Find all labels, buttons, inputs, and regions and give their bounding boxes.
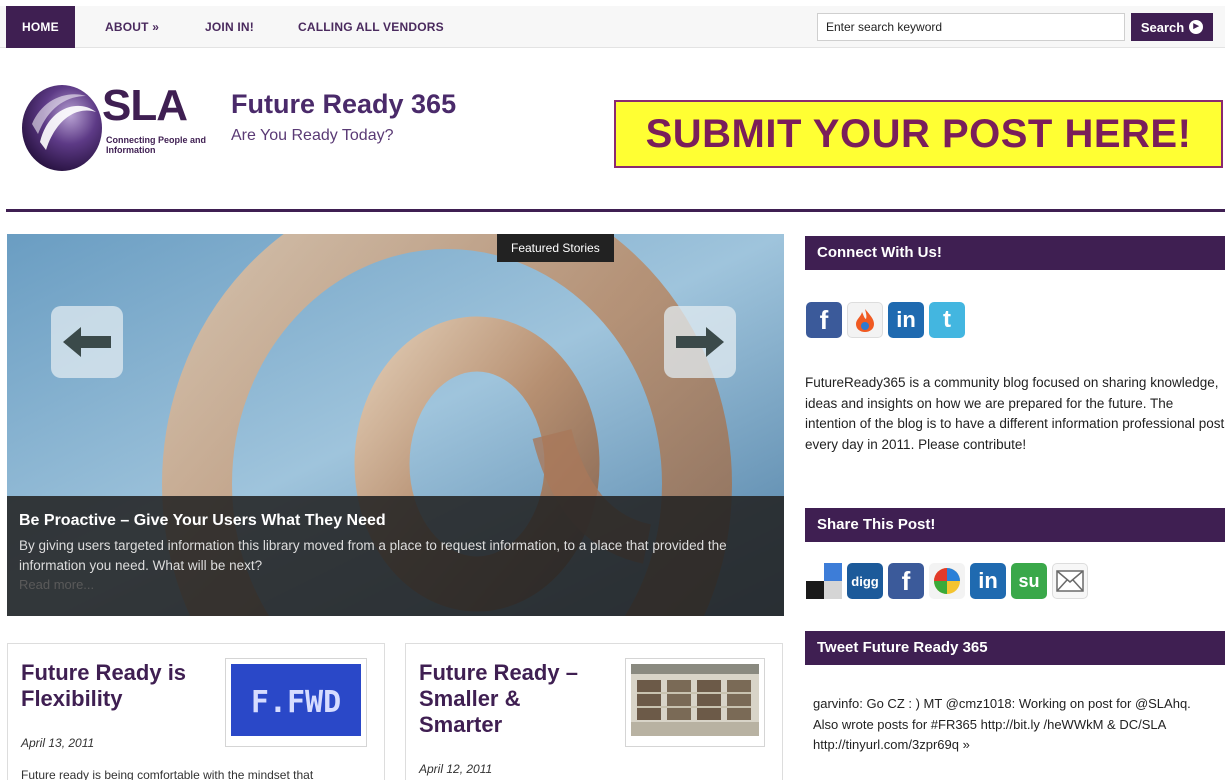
post-excerpt: Future ready is being comfortable with t… bbox=[21, 768, 314, 780]
latest-tweet[interactable]: garvinfo: Go CZ : ) MT @cmz1018: Working… bbox=[813, 694, 1218, 756]
post-title[interactable]: Future Ready – Smaller & Smarter bbox=[419, 660, 609, 738]
share-section-title: Share This Post! bbox=[805, 508, 1225, 542]
fast-forward-image: F.FWD bbox=[231, 664, 361, 736]
envelope-icon bbox=[1056, 570, 1084, 592]
arrow-right-icon bbox=[676, 327, 724, 357]
connect-icons: f in t bbox=[806, 302, 965, 338]
tweet-section-title: Tweet Future Ready 365 bbox=[805, 631, 1225, 665]
logo-text: SLA bbox=[102, 81, 188, 130]
feedburner-icon[interactable] bbox=[847, 302, 883, 338]
submit-post-banner-text: SUBMIT YOUR POST HERE! bbox=[645, 111, 1192, 156]
email-icon[interactable] bbox=[1052, 563, 1088, 599]
thumb-text: F.FWD bbox=[251, 685, 341, 720]
post-thumbnail[interactable] bbox=[625, 658, 765, 747]
post-title[interactable]: Future Ready is Flexibility bbox=[21, 660, 201, 712]
search-input[interactable] bbox=[817, 13, 1125, 41]
slider-post-title[interactable]: Be Proactive – Give Your Users What They… bbox=[19, 512, 386, 529]
stumbleupon-icon[interactable]: su bbox=[1011, 563, 1047, 599]
top-navigation: HOME ABOUT » JOIN IN! CALLING ALL VENDOR… bbox=[0, 0, 1225, 54]
slider-caption: Be Proactive – Give Your Users What They… bbox=[7, 496, 784, 616]
delicious-squares-icon bbox=[806, 563, 842, 599]
post-card: Future Ready – Smaller & Smarter April 1… bbox=[405, 643, 783, 780]
google-buzz-icon[interactable] bbox=[929, 563, 965, 599]
slider-post-excerpt: By giving users targeted information thi… bbox=[19, 538, 727, 573]
site-title[interactable]: Future Ready 365 bbox=[231, 89, 456, 120]
flame-icon bbox=[856, 309, 874, 332]
slider-read-more-link[interactable]: Read more... bbox=[19, 577, 94, 592]
sla-swirl-icon bbox=[22, 85, 102, 171]
arrow-right-circle-icon: ► bbox=[1189, 20, 1204, 34]
site-tagline: Are You Ready Today? bbox=[231, 127, 394, 144]
library-shelves-image bbox=[631, 664, 759, 736]
connect-section-title: Connect With Us! bbox=[805, 236, 1225, 270]
linkedin-share-icon[interactable]: in bbox=[970, 563, 1006, 599]
logo-tagline: Connecting People and Information bbox=[106, 135, 207, 155]
nav-about[interactable]: ABOUT » bbox=[105, 6, 159, 48]
nav-home[interactable]: HOME bbox=[6, 6, 75, 48]
digg-icon[interactable]: digg bbox=[847, 563, 883, 599]
arrow-left-icon bbox=[63, 327, 111, 357]
featured-stories-tag: Featured Stories bbox=[497, 234, 614, 262]
facebook-icon[interactable]: f bbox=[806, 302, 842, 338]
header-divider bbox=[6, 209, 1225, 212]
twitter-icon[interactable]: t bbox=[929, 302, 965, 338]
share-icons: digg f in su bbox=[806, 563, 1088, 599]
post-date: April 12, 2011 bbox=[419, 762, 493, 776]
post-date: April 13, 2011 bbox=[21, 736, 95, 750]
post-card: Future Ready is Flexibility F.FWD April … bbox=[7, 643, 385, 780]
buzz-bubble-icon bbox=[934, 568, 960, 594]
facebook-share-icon[interactable]: f bbox=[888, 563, 924, 599]
search-button[interactable]: Search ► bbox=[1131, 13, 1213, 41]
sla-logo[interactable]: SLA Connecting People and Information bbox=[20, 78, 210, 174]
slider-prev-button[interactable] bbox=[51, 306, 123, 378]
submit-post-banner[interactable]: SUBMIT YOUR POST HERE! bbox=[614, 100, 1223, 168]
post-thumbnail[interactable]: F.FWD bbox=[225, 658, 367, 747]
search-button-label: Search bbox=[1140, 19, 1185, 35]
slider-next-button[interactable] bbox=[664, 306, 736, 378]
nav-calling-all-vendors[interactable]: CALLING ALL VENDORS bbox=[298, 6, 444, 48]
delicious-icon[interactable] bbox=[806, 563, 842, 599]
nav-join-in[interactable]: JOIN IN! bbox=[205, 6, 254, 48]
linkedin-icon[interactable]: in bbox=[888, 302, 924, 338]
about-blog-text: FutureReady365 is a community blog focus… bbox=[805, 375, 1225, 452]
